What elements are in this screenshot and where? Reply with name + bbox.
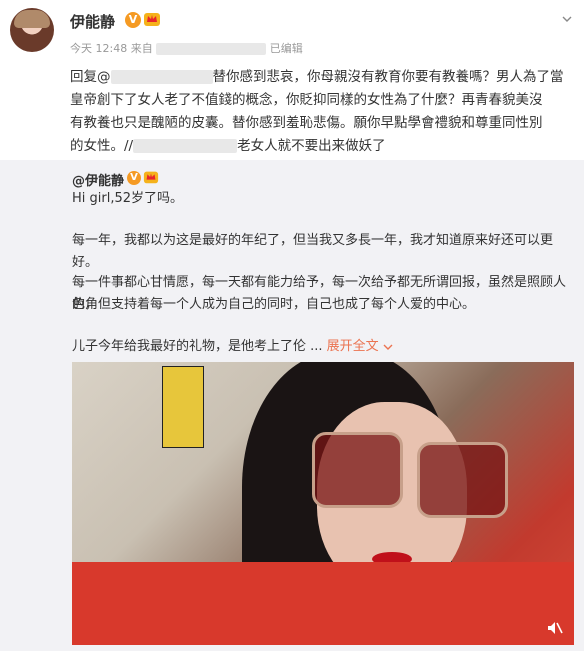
post-source-prefix: 来自 <box>130 42 153 55</box>
post-video-thumbnail[interactable] <box>72 362 574 645</box>
sunglasses-lens-left <box>312 432 403 508</box>
shirt-shape <box>72 562 574 645</box>
reply-line-1: 回复@ 替你感到悲哀，你母親沒有教育你要有教養嗎？男人為了當 <box>70 66 575 89</box>
retweet-line-5: 儿子今年给我最好的礼物，是他考上了伦 ... 展开全文 <box>72 336 572 358</box>
retweet-line-1: Hi girl,52岁了吗。 <box>72 191 184 206</box>
verified-v-icon: V <box>127 171 141 185</box>
reply-line-4: 的女性。// 老女人就不要出来做妖了 <box>70 135 575 158</box>
warning-sign <box>162 366 204 448</box>
sunglasses-lens-right <box>417 442 508 518</box>
reply-line-4-a: 的女性。// <box>70 138 134 154</box>
retweet-line-2: 每一年，我都以为这是最好的年纪了，但当我又多長一年，我才知道原来好还可以更好。 <box>72 233 554 270</box>
chevron-down-icon[interactable] <box>562 14 572 24</box>
username[interactable]: 伊能静 <box>70 11 115 32</box>
verified-v-icon: V <box>125 12 141 28</box>
member-crown-icon <box>144 13 160 26</box>
retweet-line-4: 色，但支持着每一个人成为自己的同时，自己也成了每个人爱的中心。 <box>72 297 476 312</box>
post-time: 今天 12:48 <box>70 42 128 55</box>
expand-full-text-link[interactable]: 展开全文 <box>327 339 379 354</box>
reply-line-2: 皇帝創下了女人老了不值錢的概念，你貶抑同樣的女性為了什麼？再青春貌美沒 <box>70 92 543 108</box>
edited-label[interactable]: 已编辑 <box>270 42 303 55</box>
retweet-username[interactable]: @伊能静 <box>72 170 124 189</box>
retweet-box[interactable]: @伊能静 V Hi girl,52岁了吗。 每一年，我都以为这是最好的年纪了，但… <box>0 160 584 651</box>
post-meta: 今天 12:48 来自 已编辑 <box>70 40 303 56</box>
blurred-source <box>156 43 267 55</box>
retweet-line-5-text: 儿子今年给我最好的礼物，是他考上了伦 ... <box>72 339 323 354</box>
post-header: 伊能静 V 今天 12:48 来自 已编辑 <box>0 0 584 60</box>
reply-line-4-b: 老女人就不要出来做妖了 <box>237 138 386 154</box>
mute-icon[interactable] <box>546 619 564 637</box>
reply-line-1-text: 替你感到悲哀，你母親沒有教育你要有教養嗎？男人為了當 <box>212 69 564 85</box>
blurred-quoted-user[interactable] <box>133 139 238 153</box>
member-crown-icon <box>143 171 159 184</box>
blurred-mention[interactable] <box>110 70 213 84</box>
reply-prefix: 回复@ <box>70 69 111 85</box>
reply-text: 回复@ 替你感到悲哀，你母親沒有教育你要有教養嗎？男人為了當 皇帝創下了女人老了不… <box>70 66 575 158</box>
reply-line-3: 有教養也只是醜陋的皮囊。替你感到羞恥悲傷。願你早點學會禮貌和尊重同性別 <box>70 115 543 131</box>
chevron-down-icon[interactable] <box>383 343 393 351</box>
avatar[interactable] <box>10 8 54 52</box>
